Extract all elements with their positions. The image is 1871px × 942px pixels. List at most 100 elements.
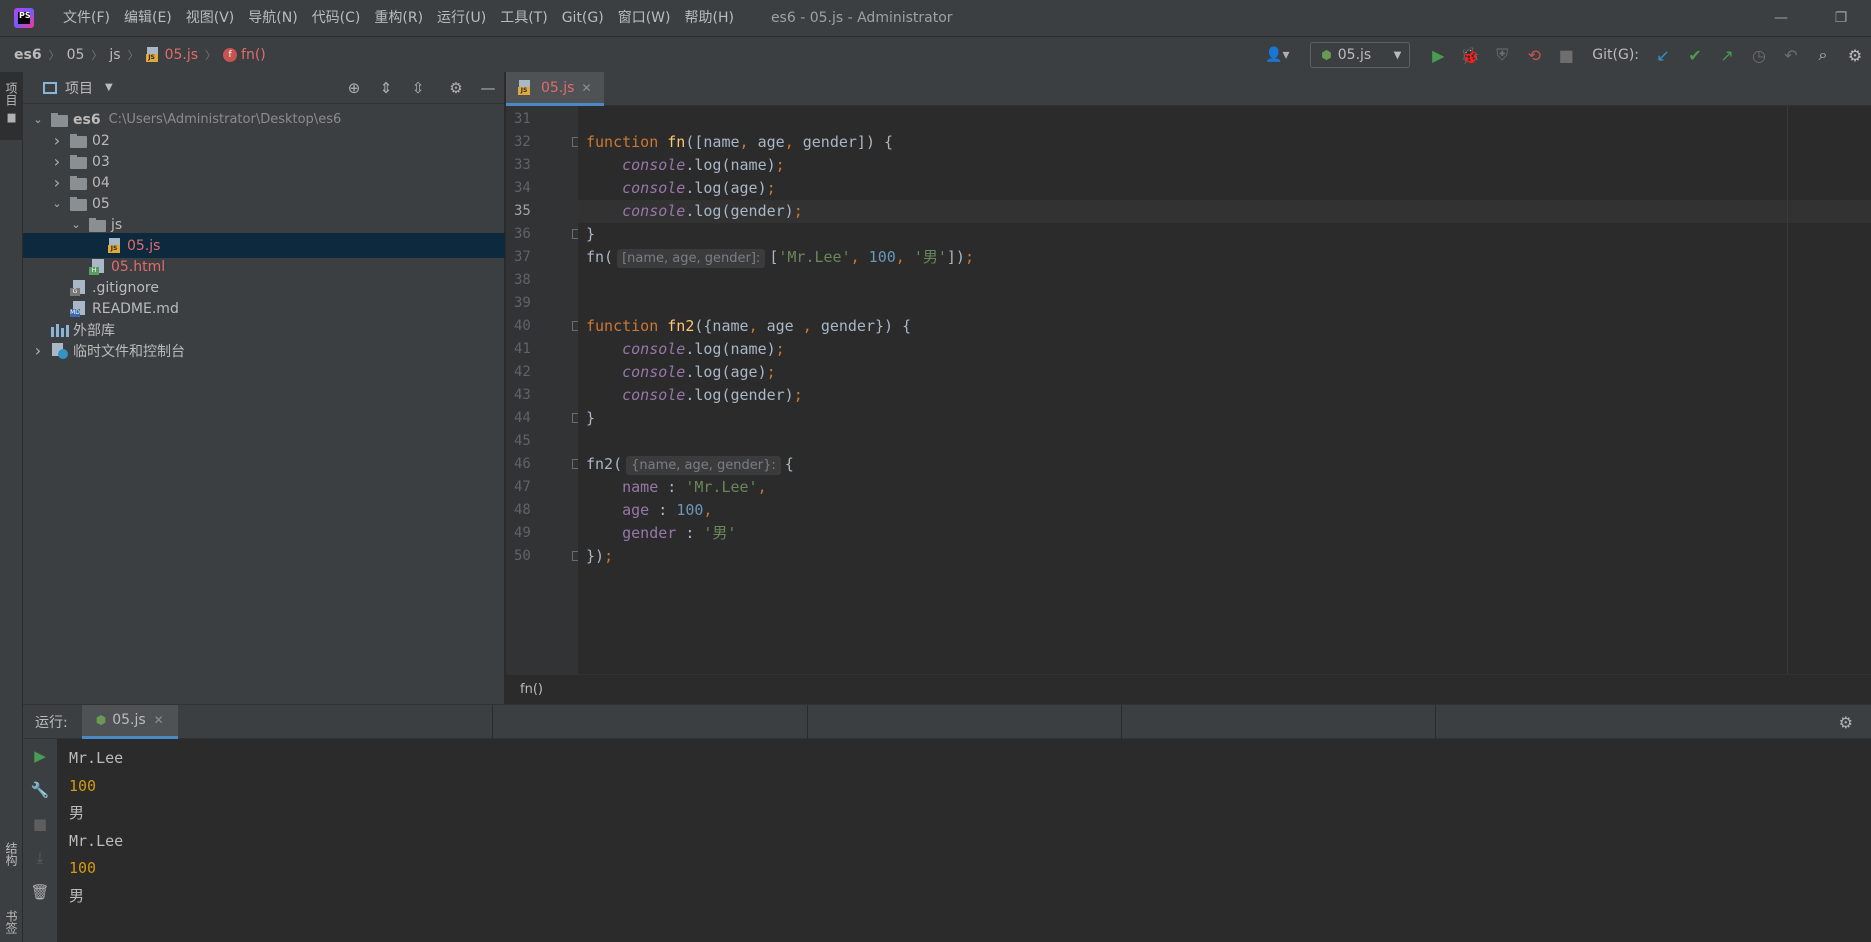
run-tab-05js[interactable]: ⬢ 05.js ✕ [81, 704, 178, 739]
menu-bar: 文件(F) 编辑(E) 视图(V) 导航(N) 代码(C) 重构(R) 运行(U) 工具(T)… [56, 0, 741, 36]
debug-icon[interactable]: 🐞 [1454, 41, 1486, 69]
breadcrumb-folder-05[interactable]: 05 [67, 47, 85, 63]
run-panel-header: 运行: ⬢ 05.js ✕ ⚙ [23, 704, 1871, 739]
code-line: fn2({name, age, gender}:{ [578, 453, 1871, 476]
tree-item-label: es6 [73, 111, 101, 128]
line-number: 50 [514, 548, 531, 564]
menu-item-2[interactable]: 视图(V) [179, 0, 242, 36]
nodejs-icon: ⬢ [1321, 48, 1332, 62]
menu-item-0[interactable]: 文件(F) [56, 0, 117, 36]
chevron-right-icon[interactable]: › [50, 152, 64, 171]
menu-item-9[interactable]: 窗口(W) [611, 0, 678, 36]
hide-icon[interactable]: — [472, 72, 504, 104]
chevron-down-icon[interactable]: ⌄ [50, 197, 64, 210]
divider [1435, 705, 1436, 739]
profile-icon[interactable]: ⟲ [1518, 41, 1550, 69]
chevron-right-icon: 〉 [91, 48, 103, 62]
menu-item-8[interactable]: Git(G) [555, 0, 611, 36]
code-line: fn([name, age, gender]: ['Mr.Lee', 100, '… [578, 246, 1871, 269]
console-line: Mr.Lee [69, 831, 124, 850]
chevron-down-icon[interactable]: ▼ [105, 82, 113, 93]
gear-icon[interactable]: ⚙ [1839, 705, 1853, 739]
main-toolbar: 👤▾ ⬢ 05.js ▼ ▶ 🐞 ⛨ ⟲ ■ Git(G): ↙ ✔ ↗ ◷ ↶… [1260, 37, 1871, 73]
console-output[interactable]: Mr.Lee 100 男 Mr.Lee 100 男 [69, 745, 123, 910]
js-file-icon [145, 47, 161, 62]
run-tab-label: 05.js [112, 712, 146, 728]
code-token: console [622, 340, 686, 358]
minimize-icon[interactable]: — [1751, 0, 1811, 36]
history-icon[interactable]: ◷ [1743, 41, 1775, 69]
line-number: 35 [514, 203, 531, 219]
breadcrumb-folder-js[interactable]: js [109, 47, 120, 63]
tree-item-label: 04 [92, 174, 110, 191]
project-panel-title[interactable]: 项目 [65, 78, 93, 98]
editor-breadcrumb-function[interactable]: fn() [520, 682, 543, 697]
chevron-right-icon[interactable]: › [50, 173, 64, 192]
chevron-right-icon[interactable]: › [31, 341, 45, 360]
settings-icon[interactable]: ⚙ [1839, 41, 1871, 69]
project-panel-tools: ⊕ ⇕ ⇳ ⚙ — [338, 72, 504, 104]
code-token: , [784, 133, 803, 151]
coverage-icon[interactable]: ⛨ [1486, 41, 1518, 69]
menu-item-3[interactable]: 导航(N) [241, 0, 304, 36]
menu-item-10[interactable]: 帮助(H) [677, 0, 740, 36]
code-token: age [622, 501, 650, 519]
breadcrumb-file[interactable]: 05.js [165, 47, 198, 63]
menu-item-4[interactable]: 代码(C) [305, 0, 368, 36]
trash-icon[interactable]: 🗑 [23, 875, 57, 909]
collapse-all-icon[interactable]: ⇳ [402, 72, 434, 104]
run-icon[interactable]: ▶ [1422, 41, 1454, 69]
folder-icon [70, 154, 88, 169]
chevron-down-icon[interactable]: ⌄ [69, 218, 83, 231]
code-token: function [586, 133, 668, 151]
run-config-selector[interactable]: ⬢ 05.js ▼ [1310, 42, 1411, 68]
code-editor[interactable]: function fn([name, age, gender]) { conso… [578, 106, 1871, 674]
stop-icon[interactable]: ■ [1550, 41, 1582, 69]
stop-icon[interactable]: ■ [23, 807, 57, 841]
chevron-right-icon[interactable]: › [50, 131, 64, 150]
code-token: 100 [676, 501, 704, 519]
phpstorm-logo-icon[interactable]: PS [14, 8, 34, 28]
user-icon[interactable]: 👤▾ [1260, 43, 1294, 67]
gear-icon[interactable]: ⚙ [440, 72, 472, 104]
menu-item-1[interactable]: 编辑(E) [117, 0, 179, 36]
code-token: gender [622, 524, 677, 542]
tree-item[interactable]: › 临时文件和控制台 [23, 338, 505, 363]
menu-item-5[interactable]: 重构(R) [367, 0, 430, 36]
js-file-icon [108, 238, 123, 253]
chevron-right-icon: 〉 [205, 48, 217, 62]
tree-item-label: 03 [92, 153, 110, 170]
wrench-icon[interactable]: 🔧 [23, 773, 57, 807]
expand-all-icon[interactable]: ⇕ [370, 72, 402, 104]
tree-item-label: 05.html [111, 258, 166, 275]
menu-item-7[interactable]: 工具(T) [493, 0, 554, 36]
search-icon[interactable]: ⌕ [1807, 41, 1839, 69]
code-token: 'Mr.Lee' [778, 248, 851, 266]
code-token: ({name [694, 317, 749, 335]
chevron-down-icon[interactable]: ⌄ [31, 113, 45, 126]
rerun-icon[interactable]: ▶ [23, 739, 57, 773]
editor-tab-05js[interactable]: 05.js ✕ [506, 72, 604, 106]
breadcrumb-function[interactable]: fn() [241, 47, 266, 63]
restore-icon[interactable]: ❐ [1811, 0, 1871, 36]
editor-breadcrumb[interactable]: fn() [506, 674, 1871, 704]
close-icon[interactable]: ✕ [154, 713, 164, 727]
git-commit-icon[interactable]: ✔ [1679, 41, 1711, 69]
code-token: 100 [868, 248, 896, 266]
locate-icon[interactable]: ⊕ [338, 72, 370, 104]
line-number: 44 [514, 410, 531, 426]
git-label: Git(G): [1592, 47, 1639, 63]
breadcrumb-project[interactable]: es6 [14, 47, 42, 63]
git-update-icon[interactable]: ↙ [1647, 41, 1679, 69]
code-token: ([name [685, 133, 740, 151]
close-icon[interactable]: ✕ [581, 81, 591, 95]
line-number: 40 [514, 318, 531, 334]
project-tool-button[interactable]: 项目 ▆ [0, 72, 23, 140]
code-line: console.log(name); [578, 154, 1871, 177]
git-push-icon[interactable]: ↗ [1711, 41, 1743, 69]
scroll-to-end-icon[interactable]: ⤓ [23, 841, 57, 875]
rollback-icon[interactable]: ↶ [1775, 41, 1807, 69]
menu-item-6[interactable]: 运行(U) [430, 0, 493, 36]
